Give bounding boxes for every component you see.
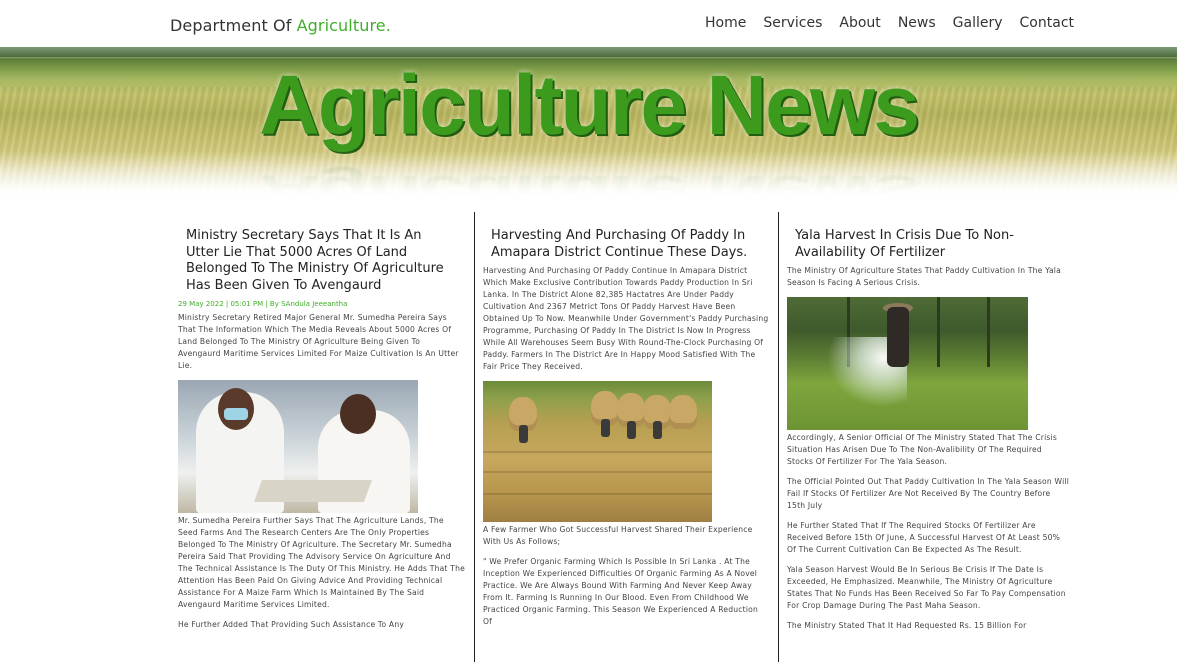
article-paragraph: The Official Pointed Out That Paddy Cult… xyxy=(787,477,1070,510)
field-row xyxy=(483,493,712,495)
article-photo-officials xyxy=(178,380,418,513)
nav-services[interactable]: Services xyxy=(763,15,822,31)
main-nav: Home Services About News Gallery Contact xyxy=(705,15,1074,31)
farmer-figure xyxy=(519,425,528,443)
nav-about[interactable]: About xyxy=(839,15,880,31)
farmer-figure xyxy=(601,419,610,437)
farmer-figure xyxy=(653,421,662,439)
article-title[interactable]: Yala Harvest In Crisis Due To Non-Availa… xyxy=(795,228,1061,261)
article-paragraph: Accordingly, A Senior Official Of The Mi… xyxy=(787,433,1058,466)
article-more: He Further Added That Providing Such Ass… xyxy=(178,620,405,629)
article-column-3: Yala Harvest In Crisis Due To Non-Availa… xyxy=(778,212,1077,662)
article-title[interactable]: Harvesting And Purchasing Of Paddy In Am… xyxy=(491,228,761,261)
field-row xyxy=(483,451,712,453)
article-column-1: Ministry Secretary Says That It Is An Ut… xyxy=(170,212,473,662)
article-meta: 29 May 2022 | 05:01 PM | By SAndula Jeee… xyxy=(178,300,348,308)
rice-sheaf xyxy=(669,395,697,429)
nav-home[interactable]: Home xyxy=(705,15,746,31)
article-paragraph: He Further Stated That If The Required S… xyxy=(787,521,1061,554)
article-intro: Harvesting And Purchasing Of Paddy Conti… xyxy=(483,266,769,371)
photo-mask xyxy=(224,408,248,420)
article-photo-harvest xyxy=(483,381,712,522)
article-paragraph: The Ministry Stated That It Had Requeste… xyxy=(787,621,1027,630)
field-row xyxy=(483,471,712,473)
nav-gallery[interactable]: Gallery xyxy=(953,15,1003,31)
article-photo-spraying xyxy=(787,297,1028,430)
nav-news[interactable]: News xyxy=(898,15,936,31)
nav-contact[interactable]: Contact xyxy=(1020,15,1074,31)
photo-desk xyxy=(253,480,373,502)
article-body: A Few Farmer Who Got Successful Harvest … xyxy=(483,525,753,546)
article-title[interactable]: Ministry Secretary Says That It Is An Ut… xyxy=(186,228,457,294)
banner-fade xyxy=(0,151,1177,196)
article-more: " We Prefer Organic Farming Which Is Pos… xyxy=(483,557,759,626)
photo-head-right xyxy=(340,394,376,434)
article-intro: Ministry Secretary Retired Major General… xyxy=(178,313,459,370)
farmer-figure xyxy=(887,307,909,367)
tree-trunk xyxy=(937,297,940,367)
banner-title: Agriculture News xyxy=(259,58,920,152)
farmer-figure xyxy=(627,421,636,439)
brand-accent: Agriculture. xyxy=(296,16,391,35)
article-intro: The Ministry Of Agriculture States That … xyxy=(787,266,1061,287)
top-navbar: Department Of Agriculture. Home Services… xyxy=(0,0,1177,48)
hero-banner: Agriculture News Agriculture News xyxy=(0,47,1177,196)
tree-trunk xyxy=(987,297,990,367)
brand-prefix: Department Of xyxy=(170,16,297,35)
site-brand[interactable]: Department Of Agriculture. xyxy=(170,16,391,35)
article-column-2: Harvesting And Purchasing Of Paddy In Am… xyxy=(474,212,777,662)
article-body: Mr. Sumedha Pereira Further Says That Th… xyxy=(178,516,465,609)
banner-treeline xyxy=(0,47,1177,57)
article-paragraph: Yala Season Harvest Would Be In Serious … xyxy=(787,565,1066,610)
